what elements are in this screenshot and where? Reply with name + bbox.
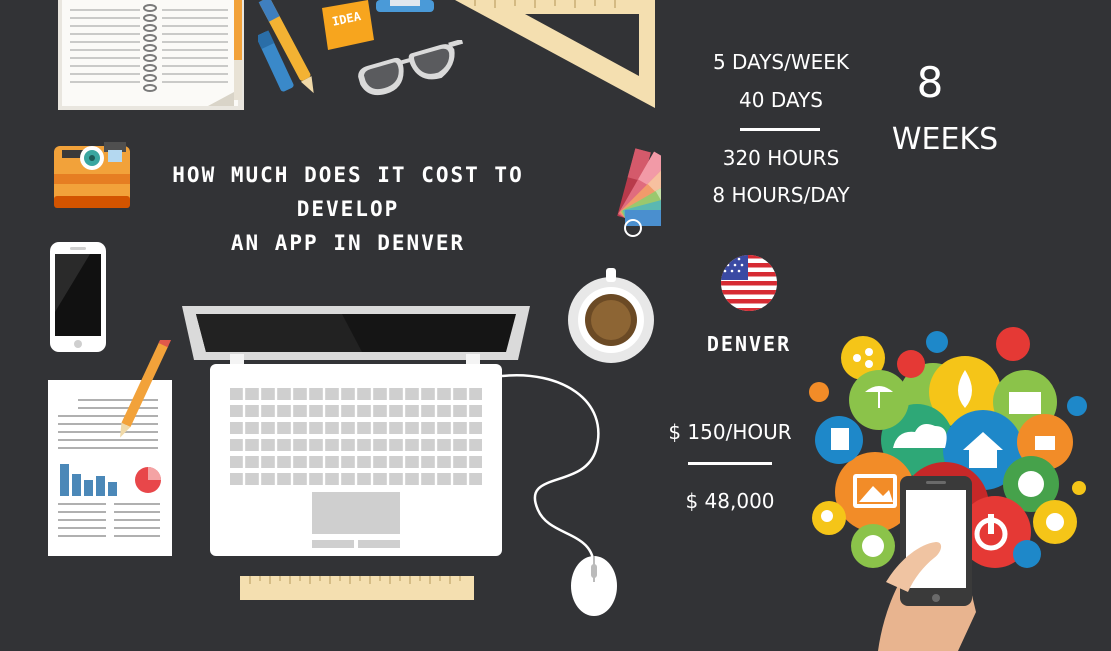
notebook-illustration xyxy=(58,0,244,112)
mouse-illustration xyxy=(500,370,620,620)
days-text: 40 DAYS xyxy=(739,88,823,112)
coffee-cup-illustration xyxy=(566,268,656,364)
set-square-illustration xyxy=(455,0,657,112)
infographic-canvas: IDEA HOW MUCH DOES IT COST TO DEVELOP AN… xyxy=(0,0,1111,651)
city-name: DENVER xyxy=(706,332,792,356)
days-per-week-text: 5 DAYS/WEEK xyxy=(712,50,850,74)
report-document-illustration xyxy=(48,340,174,558)
hourly-rate-text: $ 150/HOUR xyxy=(668,420,792,444)
hand-holding-phone-illustration xyxy=(868,472,988,651)
instant-camera-illustration xyxy=(54,140,130,210)
pricing-divider xyxy=(688,462,772,465)
total-cost-text: $ 48,000 xyxy=(685,489,775,513)
hours-per-day-text: 8 HOURS/DAY xyxy=(712,183,850,207)
laptop-illustration xyxy=(182,306,532,558)
glasses-illustration xyxy=(356,40,468,112)
weeks-label: WEEKS xyxy=(891,122,999,157)
ruler-illustration xyxy=(240,576,474,600)
usb-drive-illustration xyxy=(376,0,434,14)
color-swatch-fan-illustration xyxy=(565,138,661,244)
headline-line-2: DEVELOP xyxy=(296,197,400,221)
weeks-number: 8 xyxy=(916,58,944,107)
schedule-divider xyxy=(740,128,820,131)
smartphone-illustration xyxy=(50,242,106,352)
headline-line-1: HOW MUCH DOES IT COST TO xyxy=(172,163,524,187)
headline-line-3: AN APP IN DENVER xyxy=(230,231,466,255)
hours-text: 320 HOURS xyxy=(722,146,840,170)
us-flag-icon xyxy=(720,254,778,312)
